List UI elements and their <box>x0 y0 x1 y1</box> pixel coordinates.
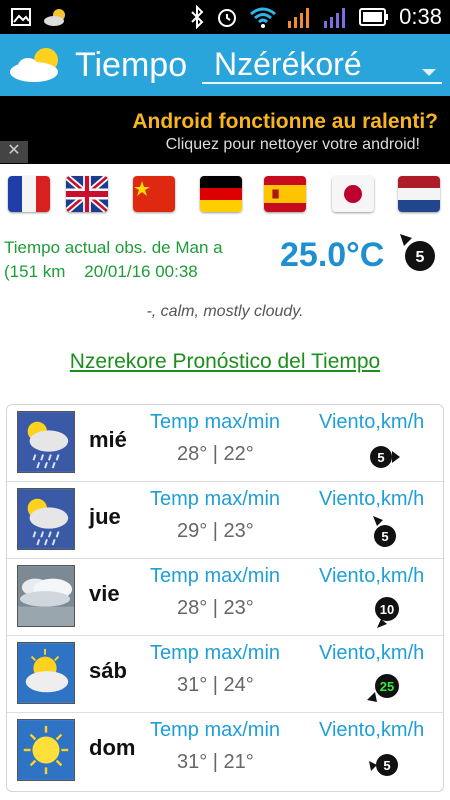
flag-spain-icon[interactable] <box>264 176 306 212</box>
flag-france-icon[interactable] <box>8 176 50 212</box>
forecast-day: mié <box>89 427 127 452</box>
temp-values: 31° | 24° <box>177 674 254 696</box>
observation-distance-time: (151 km 20/01/16 00:38 <box>4 262 198 281</box>
wind-speed: 5 <box>377 450 384 465</box>
app-logo-icon <box>10 48 58 82</box>
app-title: Tiempo <box>75 46 188 84</box>
ad-banner[interactable]: Android fonctionne au ralenti? Cliquez p… <box>0 96 450 164</box>
wind-direction-icon: 5 <box>370 446 400 468</box>
forecast-row[interactable]: jue Temp max/min 29° | 23° Viento,km/h 5 <box>7 482 443 559</box>
language-flags <box>0 172 450 218</box>
wind-direction-icon: 25 <box>367 674 399 702</box>
forecast-day: vie <box>89 581 120 606</box>
status-bar: 0:38 <box>0 0 450 34</box>
flag-uk-icon[interactable] <box>66 176 108 212</box>
forecast-row[interactable]: sáb Temp max/min 31° | 24° Viento,km/h 2… <box>7 636 443 713</box>
temp-values: 28° | 23° <box>177 597 254 619</box>
wind-speed: 10 <box>380 602 394 617</box>
forecast-day: sáb <box>89 658 127 683</box>
temp-values: 29° | 23° <box>177 520 254 542</box>
wind-speed: 5 <box>383 758 390 773</box>
wind-direction-icon: 5 <box>400 234 435 271</box>
temp-values: 28° | 22° <box>177 443 254 465</box>
sunny-icon <box>17 719 75 781</box>
weather-description: -, calm, mostly cloudy. <box>146 303 304 320</box>
observation-source: Tiempo actual obs. de Man a <box>4 238 223 257</box>
flag-china-icon[interactable] <box>133 176 175 212</box>
flag-germany-icon[interactable] <box>200 176 242 212</box>
wind-speed: 5 <box>381 529 388 544</box>
image-notification-icon <box>11 8 31 26</box>
ad-close-button[interactable]: ✕ <box>0 141 28 163</box>
flag-japan-icon[interactable] <box>332 176 374 212</box>
wind-direction-icon: 5 <box>373 516 396 547</box>
forecast-day: dom <box>89 735 136 760</box>
current-temperature: 25.0°C <box>280 236 385 274</box>
ad-subtext: Cliquez pour nettoyer votre android! <box>165 136 420 153</box>
forecast-title-link[interactable]: Nzerekore Pronóstico del Tiempo <box>70 350 380 373</box>
wind-label: Viento,km/h <box>319 719 425 741</box>
temp-label: Temp max/min <box>150 719 281 741</box>
forecast-row[interactable]: mié Temp max/min 28° | 22° Viento,km/h 5 <box>7 405 443 482</box>
ad-headline: Android fonctionne au ralenti? <box>132 110 438 133</box>
overcast-icon <box>17 565 75 627</box>
temp-label: Temp max/min <box>150 411 281 433</box>
temp-label: Temp max/min <box>150 488 281 510</box>
forecast-table: mié Temp max/min 28° | 22° Viento,km/h 5… <box>6 404 444 792</box>
wind-speed: 25 <box>380 679 394 694</box>
current-observation: Tiempo actual obs. de Man a (151 km 20/0… <box>4 236 274 284</box>
battery-icon <box>359 8 389 26</box>
wind-label: Viento,km/h <box>319 411 425 433</box>
forecast-row[interactable]: dom Temp max/min 31° | 21° Viento,km/h 5 <box>7 713 443 790</box>
wind-label: Viento,km/h <box>319 642 425 664</box>
partly-cloudy-icon <box>17 642 75 704</box>
city-selector[interactable]: Nzérékoré <box>202 42 442 84</box>
app-bar: Tiempo Nzérékoré <box>0 34 450 96</box>
weather-notification-icon <box>44 9 65 26</box>
temp-label: Temp max/min <box>150 642 281 664</box>
flag-netherlands-icon[interactable] <box>398 176 440 212</box>
wind-label: Viento,km/h <box>319 565 425 587</box>
cloud-sun-rain-icon <box>17 411 75 473</box>
temp-label: Temp max/min <box>150 565 281 587</box>
wind-direction-icon: 10 <box>375 597 399 628</box>
bluetooth-icon <box>191 5 204 29</box>
dropdown-caret-icon <box>422 69 436 76</box>
signal-orange-icon <box>288 8 310 28</box>
temp-values: 31° | 21° <box>177 751 254 773</box>
cloud-sun-rain-icon <box>17 488 75 550</box>
city-name: Nzérékoré <box>214 46 362 82</box>
alarm-icon <box>218 9 237 27</box>
forecast-row[interactable]: vie Temp max/min 28° | 23° Viento,km/h 1… <box>7 559 443 636</box>
forecast-title[interactable]: Nzerekore Pronóstico del Tiempo <box>0 350 450 374</box>
current-wind-speed: 5 <box>416 249 425 266</box>
signal-purple-icon <box>324 8 346 28</box>
wind-direction-icon: 5 <box>369 754 398 776</box>
wifi-icon <box>250 7 277 28</box>
forecast-day: jue <box>89 504 121 529</box>
wind-label: Viento,km/h <box>319 488 425 510</box>
clock: 0:38 <box>399 4 442 29</box>
